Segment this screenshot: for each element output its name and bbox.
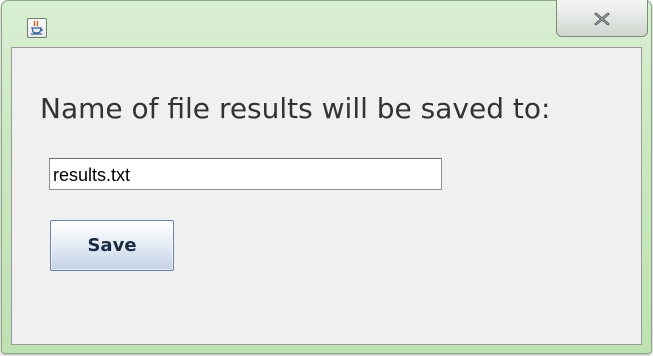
title-bar[interactable] — [2, 0, 651, 47]
prompt-label: Name of file results will be saved to: — [40, 92, 551, 125]
dialog-content: Name of file results will be saved to: S… — [11, 47, 642, 345]
filename-input[interactable] — [49, 158, 442, 190]
close-button[interactable] — [556, 0, 648, 37]
dialog-window: Name of file results will be saved to: S… — [1, 0, 652, 354]
close-icon — [594, 12, 610, 26]
java-cup-icon[interactable] — [27, 18, 47, 38]
save-button[interactable]: Save — [50, 220, 174, 271]
